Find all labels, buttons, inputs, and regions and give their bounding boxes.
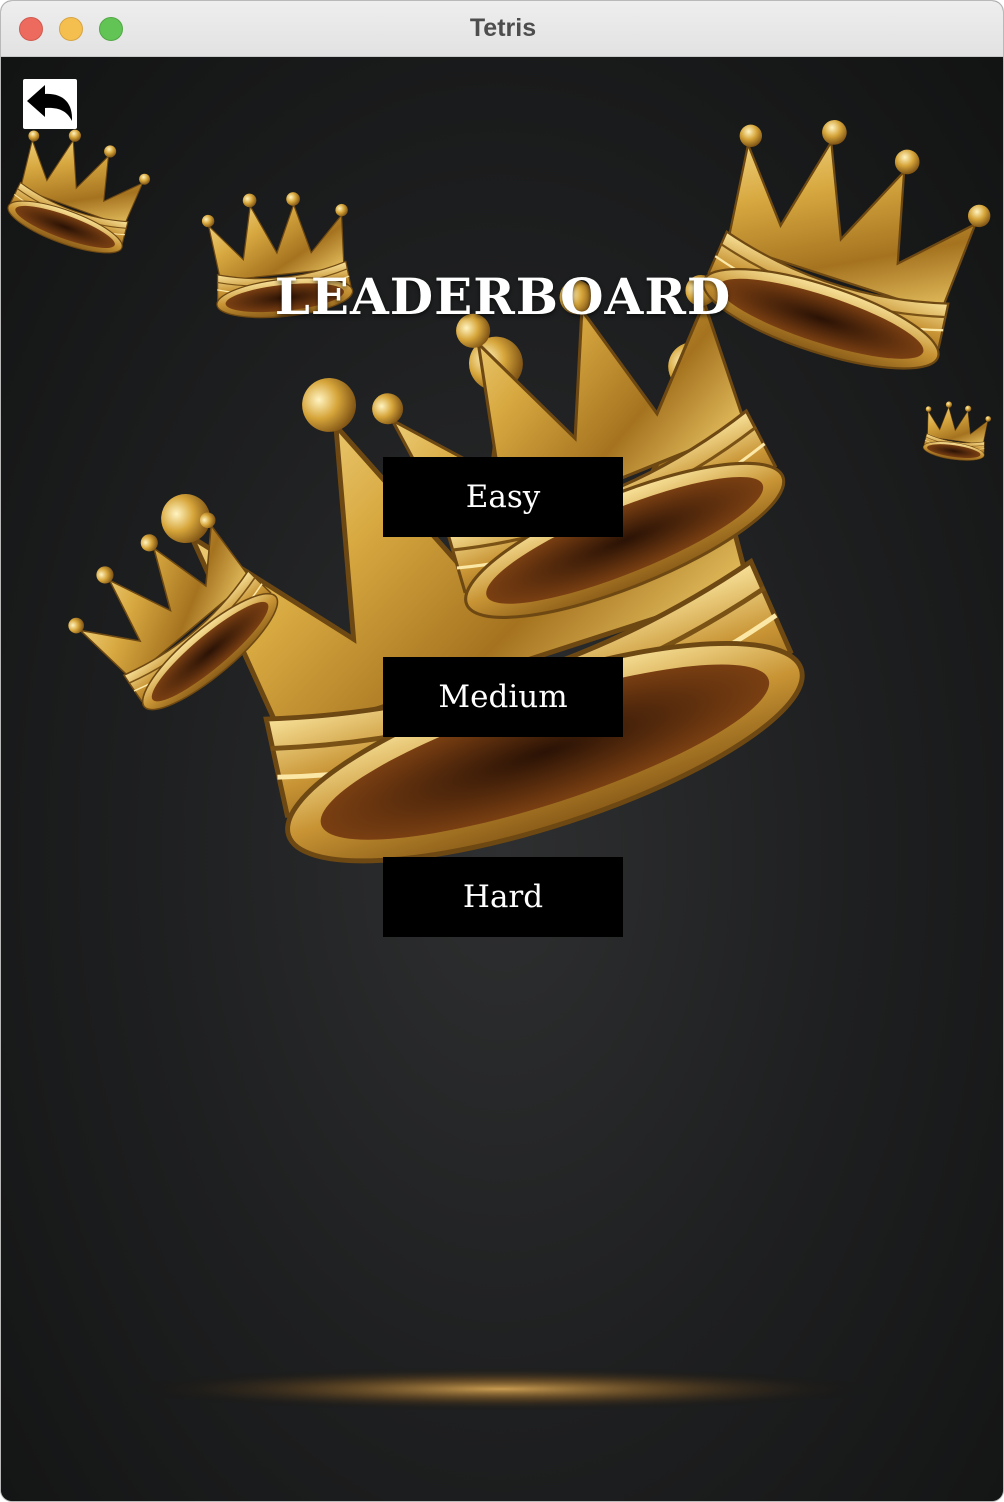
leaderboard-screen: LEADERBOARD Easy Medium Hard xyxy=(1,57,1003,1501)
medium-button[interactable]: Medium xyxy=(383,657,623,737)
back-arrow-icon xyxy=(27,85,73,121)
leaderboard-heading: LEADERBOARD xyxy=(274,267,732,326)
easy-button[interactable]: Easy xyxy=(383,457,623,537)
back-button[interactable] xyxy=(23,79,77,129)
hard-button[interactable]: Hard xyxy=(383,857,623,937)
window-title: Tetris xyxy=(469,14,537,42)
title-bar[interactable]: Tetris xyxy=(1,1,1003,57)
app-window: Tetris LEADERBOARD Easy Medium Hard xyxy=(0,0,1004,1502)
